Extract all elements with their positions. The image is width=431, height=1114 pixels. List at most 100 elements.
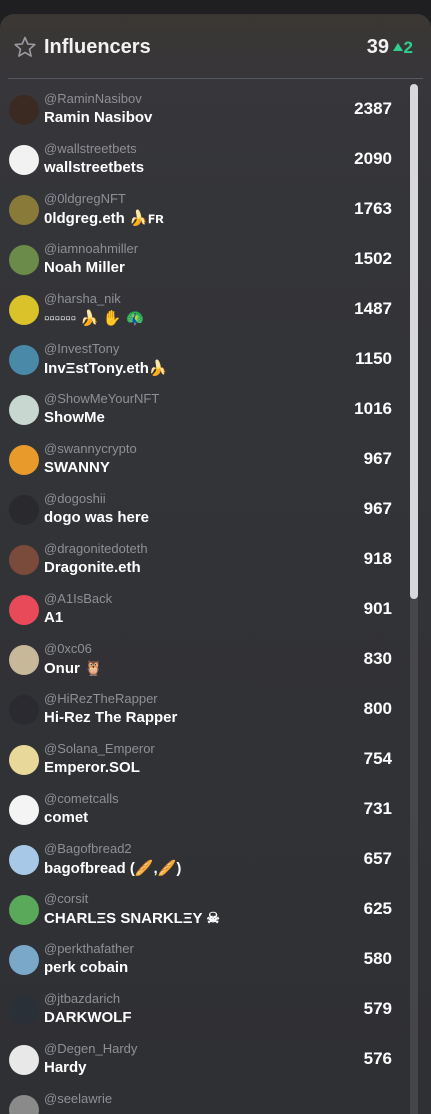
- avatar: [9, 845, 39, 875]
- user-handle[interactable]: @RaminNasibov: [44, 91, 142, 106]
- list-item[interactable]: @0ldgregNFT 0ldgreg.eth 🍌ꜰʀ 1763: [0, 189, 431, 239]
- list-item[interactable]: @ShowMeYourNFT ShowMe 1016: [0, 389, 431, 439]
- display-name: A1: [44, 609, 64, 626]
- display-name: Onur 🦉: [44, 660, 103, 677]
- avatar: [9, 895, 39, 925]
- display-name: wallstreetbets: [44, 159, 145, 176]
- list-item[interactable]: @iamnoahmiller Noah Miller 1502: [0, 239, 431, 289]
- user-handle[interactable]: @harsha_nik: [44, 291, 121, 306]
- display-name: CHARLΞS SNARKLΞY ☠: [44, 910, 220, 927]
- avatar: [9, 195, 39, 225]
- avatar: [9, 795, 39, 825]
- list-item[interactable]: @dogoshii dogo was here 967: [0, 489, 431, 539]
- user-handle[interactable]: @swannycrypto: [44, 441, 137, 456]
- influence-score: 2090: [354, 149, 392, 168]
- influence-score: 731: [363, 799, 392, 818]
- display-name: SWANNY: [44, 459, 110, 476]
- avatar: [9, 995, 39, 1025]
- user-handle[interactable]: @iamnoahmiller: [44, 241, 138, 256]
- header-divider: [8, 78, 423, 79]
- user-handle[interactable]: @seelawrie: [44, 1091, 112, 1106]
- panel-title: Influencers: [44, 36, 151, 58]
- user-handle[interactable]: @0ldgregNFT: [44, 191, 126, 206]
- display-name: Dragonite.eth: [44, 559, 141, 576]
- avatar: [9, 95, 39, 125]
- list-item[interactable]: @HiRezTheRapper Hi-Rez The Rapper 800: [0, 689, 431, 739]
- list-item[interactable]: @corsit CHARLΞS SNARKLΞY ☠ 625: [0, 889, 431, 939]
- influence-score: 576: [363, 1049, 392, 1068]
- list-item[interactable]: @cometcalls comet 731: [0, 789, 431, 839]
- user-handle[interactable]: @corsit: [44, 891, 88, 906]
- influence-score: 657: [363, 849, 392, 868]
- influencers-panel: Influencers 39 2 @RaminNasibov Ramin Nasi…: [0, 14, 431, 1114]
- display-name: Noah Miller: [44, 259, 125, 276]
- display-name: perk cobain: [44, 959, 129, 976]
- list-item[interactable]: @Bagofbread2 bagofbread (🥖,🥖) 657: [0, 839, 431, 889]
- influence-score: 579: [363, 999, 392, 1018]
- list-item[interactable]: @dragonitedoteth Dragonite.eth 918: [0, 539, 431, 589]
- influence-score: 580: [363, 949, 392, 968]
- influence-score: 1150: [355, 349, 392, 368]
- avatar: [9, 295, 39, 325]
- user-handle[interactable]: @ShowMeYourNFT: [44, 391, 159, 406]
- list-item[interactable]: @Degen_Hardy Hardy 576: [0, 1039, 431, 1089]
- display-name: DARKWOLF: [44, 1009, 132, 1026]
- influence-score: 918: [363, 549, 392, 568]
- list-item[interactable]: @wallstreetbets wallstreetbets 2090: [0, 139, 431, 189]
- avatar: [9, 445, 39, 475]
- user-handle[interactable]: @Degen_Hardy: [44, 1041, 137, 1056]
- display-name: Ramin Nasibov: [44, 109, 153, 126]
- influence-score: 1016: [354, 399, 392, 418]
- panel-header: Influencers 39 2: [0, 14, 431, 78]
- list-item[interactable]: @jtbazdarich DARKWOLF 579: [0, 989, 431, 1039]
- display-name: Emperor.SOL: [44, 759, 140, 776]
- user-handle[interactable]: @HiRezTheRapper: [44, 691, 158, 706]
- user-handle[interactable]: @perkthafather: [44, 941, 134, 956]
- user-handle[interactable]: @Bagofbread2: [44, 841, 132, 856]
- influencer-list: @RaminNasibov Ramin Nasibov 2387 @wallstree…: [0, 89, 431, 1114]
- user-handle[interactable]: @dragonitedoteth: [44, 541, 148, 556]
- avatar: [9, 745, 39, 775]
- display-name: InvΞstTony.eth🍌: [44, 360, 168, 377]
- count-delta: 2: [392, 38, 413, 58]
- user-handle[interactable]: @InvestTony: [44, 341, 119, 356]
- influence-score: 901: [363, 599, 392, 618]
- display-name: ShowMe: [44, 409, 105, 426]
- triangle-up-icon: [392, 43, 403, 51]
- list-item[interactable]: @Solana_Emperor Emperor.SOL 754: [0, 739, 431, 789]
- avatar: [9, 345, 39, 375]
- user-handle[interactable]: @Solana_Emperor: [44, 741, 155, 756]
- display-name: 0ldgreg.eth 🍌ꜰʀ: [44, 210, 164, 227]
- list-item[interactable]: @0xc06 Onur 🦉 830: [0, 639, 431, 689]
- list-item[interactable]: @InvestTony InvΞstTony.eth🍌 1150: [0, 339, 431, 389]
- list-item[interactable]: @seelawrie: [0, 1089, 431, 1114]
- display-name: dogo was here: [44, 509, 150, 526]
- user-handle[interactable]: @cometcalls: [44, 791, 119, 806]
- influence-score: 1502: [354, 249, 392, 268]
- list-item[interactable]: @swannycrypto SWANNY 967: [0, 439, 431, 489]
- star-outline-icon[interactable]: [13, 35, 37, 59]
- influence-score: 967: [363, 449, 392, 468]
- list-item[interactable]: @A1IsBack A1 901: [0, 589, 431, 639]
- avatar: [9, 545, 39, 575]
- scrollbar-thumb[interactable]: [410, 84, 418, 599]
- avatar: [9, 1045, 39, 1075]
- avatar: [9, 245, 39, 275]
- avatar: [9, 495, 39, 525]
- user-handle[interactable]: @dogoshii: [44, 491, 106, 506]
- user-handle[interactable]: @wallstreetbets: [44, 141, 137, 156]
- avatar: [9, 395, 39, 425]
- user-handle[interactable]: @jtbazdarich: [44, 991, 120, 1006]
- influencer-count: 39: [366, 36, 389, 58]
- user-handle[interactable]: @A1IsBack: [44, 591, 112, 606]
- display-name: Hardy: [44, 1059, 87, 1076]
- list-item[interactable]: @perkthafather perk cobain 580: [0, 939, 431, 989]
- list-item[interactable]: @harsha_nik ▫▫▫▫▫▫ 🍌 ✋ 🦚 1487: [0, 289, 431, 339]
- display-name: Hi-Rez The Rapper: [44, 709, 178, 726]
- list-item[interactable]: @RaminNasibov Ramin Nasibov 2387: [0, 89, 431, 139]
- influence-score: 2387: [354, 99, 392, 118]
- user-handle[interactable]: @0xc06: [44, 641, 92, 656]
- avatar: [9, 1095, 39, 1114]
- influence-score: 967: [363, 499, 392, 518]
- influence-score: 625: [363, 899, 392, 918]
